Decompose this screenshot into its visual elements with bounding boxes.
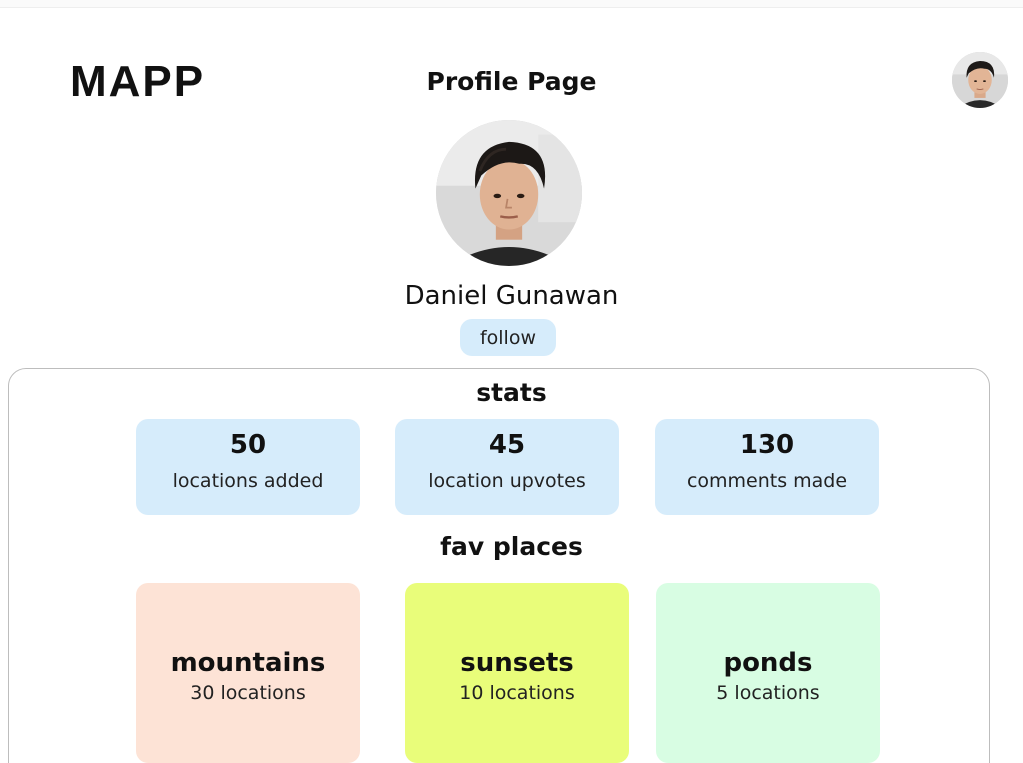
fav-card-ponds[interactable]: ponds 5 locations <box>656 583 880 763</box>
user-avatar-icon <box>952 52 1008 108</box>
stat-value: 45 <box>488 430 526 460</box>
fav-place-count: 30 locations <box>190 682 306 704</box>
fav-place-name: sunsets <box>460 648 574 678</box>
fav-place-count: 10 locations <box>459 682 575 704</box>
stat-value: 130 <box>739 430 795 460</box>
page-title: Profile Page <box>426 67 597 96</box>
stat-card-location-upvotes: 45 location upvotes <box>395 419 619 515</box>
profile-photo-icon <box>436 120 582 266</box>
stat-label: locations added <box>172 470 324 492</box>
follow-button[interactable]: follow <box>460 319 556 356</box>
stat-card-locations-added: 50 locations added <box>136 419 360 515</box>
stat-card-comments-made: 130 comments made <box>655 419 879 515</box>
stat-label: comments made <box>686 470 848 492</box>
stat-value: 50 <box>229 430 267 460</box>
fav-card-sunsets[interactable]: sunsets 10 locations <box>405 583 629 763</box>
header-avatar[interactable] <box>952 52 1008 108</box>
fav-place-name: ponds <box>723 648 813 678</box>
stats-title: stats <box>476 378 547 407</box>
fav-place-name: mountains <box>170 648 326 678</box>
fav-place-count: 5 locations <box>716 682 820 704</box>
profile-avatar <box>436 120 582 266</box>
browser-top-strip <box>0 0 1023 8</box>
stat-label: location upvotes <box>428 470 586 492</box>
fav-card-mountains[interactable]: mountains 30 locations <box>136 583 360 763</box>
fav-places-title: fav places <box>440 532 583 561</box>
profile-name: Daniel Gunawan <box>404 281 619 311</box>
